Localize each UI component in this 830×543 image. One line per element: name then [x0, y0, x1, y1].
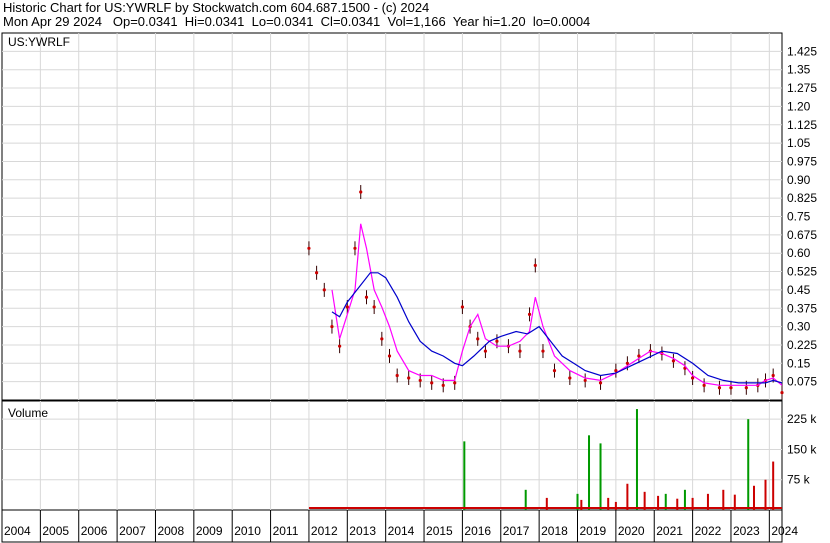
y-tick-label: 0.225	[787, 338, 817, 352]
price-point	[441, 383, 445, 387]
price-point	[568, 376, 572, 380]
volume-bar-up	[524, 489, 527, 510]
volume-bar-up	[599, 443, 602, 510]
price-point	[387, 354, 392, 358]
price-point	[541, 349, 545, 353]
y-tick-label: 0.525	[787, 265, 817, 279]
price-point	[453, 381, 457, 385]
y-tick-label: 1.425	[787, 44, 817, 58]
x-tick-label: 2006	[81, 524, 108, 538]
price-point	[372, 305, 376, 309]
y-tick-label: 0.375	[787, 301, 817, 315]
volume-tick-label: 75 k	[787, 473, 811, 487]
x-tick-label: 2015	[426, 524, 453, 538]
price-point	[430, 381, 434, 385]
price-point	[380, 337, 384, 341]
price-point	[533, 263, 537, 268]
y-tick-label: 0.15	[787, 356, 811, 370]
price-point	[495, 339, 499, 343]
y-tick-label: 0.75	[787, 210, 811, 224]
volume-bar-down	[772, 461, 775, 510]
x-tick-label: 2023	[733, 524, 760, 538]
volume-bar-up	[747, 419, 750, 510]
price-point	[338, 344, 342, 348]
y-tick-label: 0.975	[787, 154, 817, 168]
x-tick-label: 2024	[771, 524, 798, 538]
y-tick-label: 0.825	[787, 191, 817, 205]
x-tick-label: 2017	[503, 524, 530, 538]
price-point	[717, 386, 722, 390]
price-point	[345, 305, 349, 309]
y-tick-label: 0.45	[787, 283, 811, 297]
x-tick-label: 2019	[580, 524, 607, 538]
volume-bar-down	[752, 485, 755, 510]
price-point	[460, 305, 465, 309]
price-point	[330, 325, 334, 329]
x-tick-label: 2016	[464, 524, 491, 538]
x-tick-label: 2022	[695, 524, 722, 538]
x-tick-label: 2009	[196, 524, 223, 538]
volume-bar-up	[683, 489, 686, 510]
price-point	[315, 271, 319, 275]
price-point	[307, 246, 311, 250]
x-tick-label: 2012	[311, 524, 338, 538]
price-point	[771, 373, 775, 378]
price-point	[364, 295, 369, 299]
price-point	[702, 383, 706, 387]
volume-bar-down	[722, 489, 725, 510]
y-tick-label: 0.30	[787, 320, 811, 334]
volume-bar-down	[764, 479, 767, 510]
x-tick-label: 2007	[119, 524, 146, 538]
volume-tick-label: 150 k	[787, 442, 817, 456]
y-tick-label: 1.20	[787, 99, 811, 113]
price-point	[598, 381, 603, 385]
volume-panel-frame	[1, 400, 783, 511]
y-tick-label: 1.125	[787, 118, 817, 132]
price-point	[407, 376, 411, 380]
volume-bar-down	[626, 483, 629, 510]
x-tick-label: 2005	[42, 524, 69, 538]
y-tick-label: 0.075	[787, 375, 817, 389]
volume-panel-title: Volume	[8, 406, 48, 420]
stock-chart: 2004 2005 2006 2007 2008 2009 2010 2011 2012 2013…	[1, 32, 817, 543]
price-point	[527, 312, 532, 316]
price-point	[780, 391, 784, 395]
price-point	[476, 337, 480, 341]
price-point	[729, 386, 733, 390]
volume-bar-up	[463, 441, 466, 510]
x-tick-label: 2020	[618, 524, 645, 538]
x-tick-label: 2008	[157, 524, 184, 538]
x-tick-label: 2014	[388, 524, 415, 538]
y-tick-label: 1.05	[787, 136, 811, 150]
x-tick-label: 2013	[349, 524, 376, 538]
price-point	[518, 349, 522, 353]
y-tick-label: 0.90	[787, 173, 811, 187]
price-panel-title: US:YWRLF	[8, 35, 70, 49]
y-tick-label: 0.60	[787, 246, 811, 260]
x-tick-label: 2004	[4, 524, 31, 538]
volume-bar-up	[588, 435, 591, 510]
price-point	[418, 378, 422, 383]
x-tick-label: 2010	[234, 524, 261, 538]
x-tick-label: 2011	[273, 524, 299, 538]
volume-bar-up	[635, 409, 638, 510]
price-point	[322, 288, 326, 292]
price-point	[552, 369, 557, 373]
price-point	[353, 246, 357, 250]
price-point	[359, 190, 363, 194]
y-tick-label: 1.275	[787, 81, 817, 95]
x-tick-label: 2018	[541, 524, 568, 538]
price-point	[583, 378, 587, 383]
price-point	[483, 349, 488, 353]
price-point	[395, 373, 399, 378]
y-tick-label: 0.675	[787, 228, 817, 242]
y-tick-label: 1.35	[787, 63, 811, 77]
x-tick-label: 2021	[656, 524, 683, 538]
price-point	[744, 386, 748, 390]
volume-tick-label: 225 k	[787, 412, 817, 426]
